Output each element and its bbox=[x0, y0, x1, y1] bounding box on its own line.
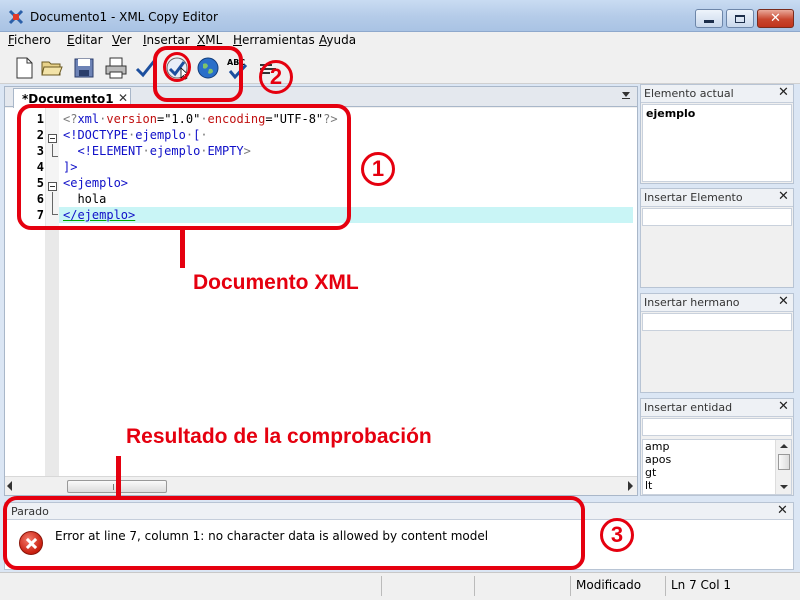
title-bar: Documento1 - XML Copy Editor ✕ bbox=[0, 0, 800, 32]
tab-close-icon[interactable]: ✕ bbox=[118, 91, 128, 105]
menu-xml[interactable]: XML bbox=[197, 33, 222, 47]
status-separator bbox=[474, 576, 475, 596]
status-separator bbox=[381, 576, 382, 596]
panel-close-icon[interactable]: ✕ bbox=[778, 294, 789, 309]
minimize-icon bbox=[704, 20, 714, 23]
maximize-icon bbox=[735, 14, 745, 23]
panel-header: Insertar entidad ✕ bbox=[641, 399, 793, 417]
entity-item[interactable]: apos bbox=[645, 453, 671, 466]
tab-list-dropdown-icon[interactable] bbox=[622, 92, 630, 97]
status-modified: Modificado bbox=[576, 578, 642, 592]
menu-fichero[interactable]: Fichero bbox=[8, 33, 51, 47]
panel-header: Insertar hermano ✕ bbox=[641, 294, 793, 312]
panel-body: ejemplo bbox=[642, 104, 792, 182]
empty-fold-margin bbox=[45, 230, 59, 476]
save-icon[interactable] bbox=[72, 56, 96, 80]
menu-herramientas[interactable]: Herramientas bbox=[233, 33, 315, 47]
maximize-button[interactable] bbox=[726, 9, 754, 28]
panel-title: Insertar Elemento bbox=[644, 191, 743, 204]
insert-element-filter-input[interactable] bbox=[642, 208, 792, 226]
panel-insert-sibling: Insertar hermano ✕ bbox=[640, 293, 794, 393]
panel-title: Insertar entidad bbox=[644, 401, 733, 414]
annotation-number-2: 2 bbox=[259, 60, 293, 94]
scroll-down-icon[interactable] bbox=[780, 485, 788, 489]
annotation-box-document bbox=[17, 104, 351, 230]
close-icon: ✕ bbox=[770, 11, 781, 26]
scrollbar-thumb[interactable] bbox=[778, 454, 790, 470]
entity-item[interactable]: gt bbox=[645, 466, 656, 479]
annotation-number-3: 3 bbox=[600, 518, 634, 552]
panel-current-element: Elemento actual ✕ ejemplo bbox=[640, 84, 794, 184]
open-folder-icon[interactable] bbox=[40, 56, 64, 80]
insert-entity-filter-input[interactable] bbox=[642, 418, 792, 436]
panel-header: Insertar Elemento ✕ bbox=[641, 189, 793, 207]
scroll-right-icon[interactable] bbox=[628, 481, 633, 491]
menu-ver[interactable]: Ver bbox=[112, 33, 132, 47]
status-bar: Modificado Ln 7 Col 1 bbox=[0, 572, 800, 600]
panel-title: Insertar hermano bbox=[644, 296, 740, 309]
panel-header: Elemento actual ✕ bbox=[641, 85, 793, 103]
panel-close-icon[interactable]: ✕ bbox=[778, 85, 789, 100]
entity-list[interactable]: amp apos gt lt bbox=[642, 439, 792, 495]
toolbar: ABC bbox=[0, 50, 800, 84]
annotation-label-document: Documento XML bbox=[193, 271, 359, 294]
insert-sibling-filter-input[interactable] bbox=[642, 313, 792, 331]
status-separator bbox=[570, 576, 571, 596]
menu-editar[interactable]: Editar bbox=[67, 33, 103, 47]
current-element-value: ejemplo bbox=[646, 107, 696, 120]
panel-insert-entity: Insertar entidad ✕ amp apos gt lt bbox=[640, 398, 794, 496]
entity-list-scrollbar[interactable] bbox=[775, 440, 791, 494]
panel-close-icon[interactable]: ✕ bbox=[778, 399, 789, 414]
annotation-circle-validate bbox=[163, 52, 191, 82]
panel-insert-element: Insertar Elemento ✕ bbox=[640, 188, 794, 288]
annotation-pointer-result bbox=[116, 456, 121, 496]
scroll-left-icon[interactable] bbox=[7, 481, 12, 491]
panel-title: Elemento actual bbox=[644, 87, 734, 100]
annotation-number-1: 1 bbox=[361, 152, 395, 186]
app-icon bbox=[8, 9, 24, 25]
output-close-icon[interactable]: ✕ bbox=[777, 503, 788, 518]
status-cursor-position: Ln 7 Col 1 bbox=[671, 578, 732, 592]
entity-item[interactable]: amp bbox=[645, 440, 669, 453]
tab-list-dropdown-bar bbox=[622, 98, 630, 99]
horizontal-scrollbar[interactable] bbox=[5, 476, 637, 495]
scroll-up-icon[interactable] bbox=[780, 444, 788, 448]
panel-close-icon[interactable]: ✕ bbox=[778, 189, 789, 204]
close-window-button[interactable]: ✕ bbox=[757, 9, 794, 28]
menu-insertar[interactable]: Insertar bbox=[143, 33, 190, 47]
print-icon[interactable] bbox=[104, 56, 128, 80]
window-title: Documento1 - XML Copy Editor bbox=[30, 10, 218, 24]
new-document-icon[interactable] bbox=[12, 56, 36, 80]
menu-bar: Fichero Editar Ver Insertar XML Herramie… bbox=[0, 32, 800, 50]
annotation-pointer-document bbox=[180, 230, 185, 268]
status-separator bbox=[665, 576, 666, 596]
minimize-button[interactable] bbox=[695, 9, 723, 28]
menu-ayuda[interactable]: Ayuda bbox=[319, 33, 356, 47]
annotation-box-result bbox=[3, 496, 585, 570]
annotation-label-result: Resultado de la comprobación bbox=[126, 425, 432, 448]
entity-item[interactable]: lt bbox=[645, 479, 652, 492]
